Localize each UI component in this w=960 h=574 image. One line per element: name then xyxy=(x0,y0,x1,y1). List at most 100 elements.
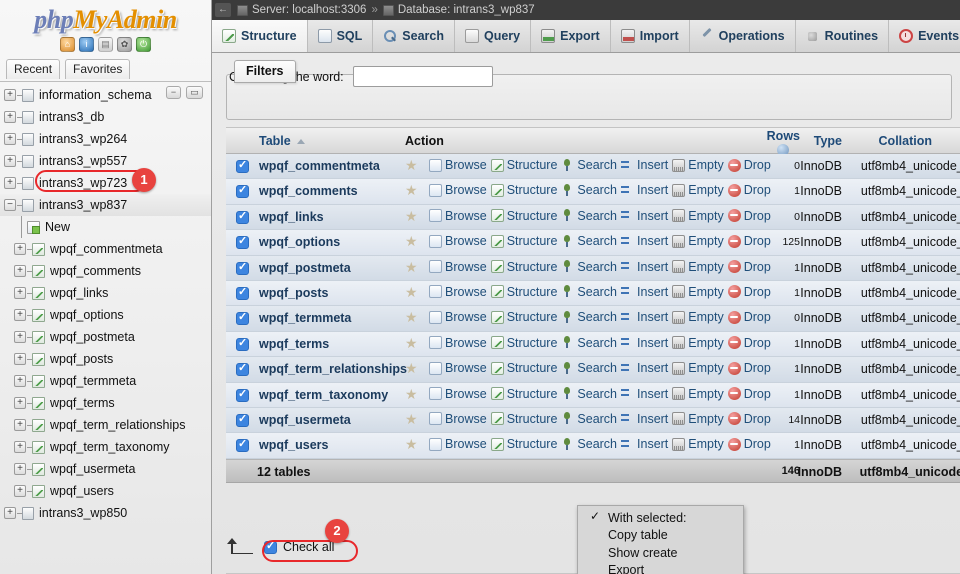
table-row[interactable]: wpqf_options★BrowseStructureSearchInsert… xyxy=(226,230,960,255)
nav-tab-query[interactable]: Query xyxy=(455,20,531,52)
favorite-star-icon[interactable]: ★ xyxy=(405,388,419,401)
expand-icon[interactable]: + xyxy=(14,353,26,365)
favorite-star-icon[interactable]: ★ xyxy=(405,413,419,426)
expand-icon[interactable]: + xyxy=(4,89,16,101)
action-empty[interactable]: Empty xyxy=(672,361,723,375)
tab-recent[interactable]: Recent xyxy=(6,59,60,79)
action-drop[interactable]: Drop xyxy=(728,234,771,248)
row-checkbox[interactable] xyxy=(236,414,249,427)
breadcrumb-database[interactable]: Database: intrans3_wp837 xyxy=(398,4,535,16)
action-search[interactable]: Search xyxy=(561,336,617,350)
tree-node-wpqf_term_taxonomy[interactable]: +wpqf_term_taxonomy xyxy=(0,436,211,458)
action-insert[interactable]: Insert xyxy=(621,158,668,172)
table-row[interactable]: wpqf_links★BrowseStructureSearchInsertEm… xyxy=(226,205,960,230)
action-drop[interactable]: Drop xyxy=(728,310,771,324)
action-insert[interactable]: Insert xyxy=(621,285,668,299)
action-drop[interactable]: Drop xyxy=(728,209,771,223)
action-drop[interactable]: Drop xyxy=(728,336,771,350)
action-empty[interactable]: Empty xyxy=(672,387,723,401)
action-browse[interactable]: Browse xyxy=(429,209,487,223)
action-insert[interactable]: Insert xyxy=(621,437,668,451)
expand-icon[interactable]: + xyxy=(14,397,26,409)
tree-node-intrans3_wp723[interactable]: +intrans3_wp723 xyxy=(0,172,211,194)
action-drop[interactable]: Drop xyxy=(728,387,771,401)
action-structure[interactable]: Structure xyxy=(491,437,558,451)
expand-icon[interactable]: + xyxy=(14,463,26,475)
nav-tab-structure[interactable]: Structure xyxy=(212,20,308,52)
action-drop[interactable]: Drop xyxy=(728,412,771,426)
with-selected-dropdown[interactable]: With selected:Copy tableShow createExpor… xyxy=(577,505,744,574)
action-insert[interactable]: Insert xyxy=(621,412,668,426)
nav-tab-operations[interactable]: Operations xyxy=(690,20,796,52)
action-search[interactable]: Search xyxy=(561,209,617,223)
filters-legend[interactable]: Filters xyxy=(234,60,296,83)
action-structure[interactable]: Structure xyxy=(491,387,558,401)
action-insert[interactable]: Insert xyxy=(621,183,668,197)
expand-icon[interactable]: + xyxy=(4,507,16,519)
tree-node-intrans3_wp264[interactable]: +intrans3_wp264 xyxy=(0,128,211,150)
table-row[interactable]: wpqf_posts★BrowseStructureSearchInsertEm… xyxy=(226,281,960,306)
tree-node-intrans3_wp837[interactable]: −intrans3_wp837 xyxy=(0,194,211,216)
action-search[interactable]: Search xyxy=(561,437,617,451)
column-header-table[interactable]: Table xyxy=(259,134,305,148)
dropdown-item-with-selected[interactable]: With selected: xyxy=(578,509,743,527)
expand-icon[interactable]: + xyxy=(4,133,16,145)
tree-node-wpqf_comments[interactable]: +wpqf_comments xyxy=(0,260,211,282)
tree-node-wpqf_users[interactable]: +wpqf_users xyxy=(0,480,211,502)
check-all-control[interactable]: Check all xyxy=(264,540,334,554)
favorite-star-icon[interactable]: ★ xyxy=(405,438,419,451)
tree-node-wpqf_terms[interactable]: +wpqf_terms xyxy=(0,392,211,414)
table-name-link[interactable]: wpqf_users xyxy=(259,438,328,452)
tree-node-wpqf_commentmeta[interactable]: +wpqf_commentmeta xyxy=(0,238,211,260)
row-checkbox[interactable] xyxy=(236,363,249,376)
action-drop[interactable]: Drop xyxy=(728,285,771,299)
action-browse[interactable]: Browse xyxy=(429,361,487,375)
column-header-type[interactable]: Type xyxy=(814,134,842,148)
expand-icon[interactable]: + xyxy=(14,441,26,453)
tree-node-wpqf_links[interactable]: +wpqf_links xyxy=(0,282,211,304)
action-structure[interactable]: Structure xyxy=(491,234,558,248)
action-drop[interactable]: Drop xyxy=(728,183,771,197)
sort-asc-icon[interactable] xyxy=(297,139,305,144)
collapse-icon[interactable]: − xyxy=(4,199,16,211)
action-empty[interactable]: Empty xyxy=(672,285,723,299)
tree-node-information_schema[interactable]: +information_schema xyxy=(0,84,211,106)
breadcrumb-server[interactable]: Server: localhost:3306 xyxy=(252,4,366,16)
action-structure[interactable]: Structure xyxy=(491,336,558,350)
action-insert[interactable]: Insert xyxy=(621,209,668,223)
tree-node-intrans3_wp850[interactable]: +intrans3_wp850 xyxy=(0,502,211,524)
row-checkbox[interactable] xyxy=(236,185,249,198)
favorite-star-icon[interactable]: ★ xyxy=(405,184,419,197)
column-header-collation[interactable]: Collation xyxy=(879,134,932,148)
action-search[interactable]: Search xyxy=(561,158,617,172)
dropdown-item-export[interactable]: Export xyxy=(578,562,743,574)
expand-icon[interactable]: + xyxy=(14,265,26,277)
row-checkbox[interactable] xyxy=(236,439,249,452)
containing-word-input[interactable] xyxy=(353,66,493,87)
action-browse[interactable]: Browse xyxy=(429,260,487,274)
tree-node-intrans3_wp557[interactable]: +intrans3_wp557 xyxy=(0,150,211,172)
action-insert[interactable]: Insert xyxy=(621,387,668,401)
action-browse[interactable]: Browse xyxy=(429,285,487,299)
table-row[interactable]: wpqf_termmeta★BrowseStructureSearchInser… xyxy=(226,306,960,331)
table-name-link[interactable]: wpqf_commentmeta xyxy=(259,159,380,173)
row-checkbox[interactable] xyxy=(236,338,249,351)
tree-node-wpqf_postmeta[interactable]: +wpqf_postmeta xyxy=(0,326,211,348)
nav-tab-events[interactable]: Events xyxy=(889,20,960,52)
row-checkbox[interactable] xyxy=(236,287,249,300)
tree-node-wpqf_term_relationships[interactable]: +wpqf_term_relationships xyxy=(0,414,211,436)
table-name-link[interactable]: wpqf_links xyxy=(259,210,324,224)
action-browse[interactable]: Browse xyxy=(429,310,487,324)
table-name-link[interactable]: wpqf_term_relationships xyxy=(259,362,407,376)
action-structure[interactable]: Structure xyxy=(491,412,558,426)
logout-icon[interactable]: ⏻ xyxy=(136,37,151,52)
expand-icon[interactable]: + xyxy=(14,309,26,321)
action-insert[interactable]: Insert xyxy=(621,336,668,350)
action-structure[interactable]: Structure xyxy=(491,285,558,299)
row-checkbox[interactable] xyxy=(236,236,249,249)
action-search[interactable]: Search xyxy=(561,234,617,248)
row-checkbox[interactable] xyxy=(236,211,249,224)
action-drop[interactable]: Drop xyxy=(728,437,771,451)
action-drop[interactable]: Drop xyxy=(728,361,771,375)
tree-node-wpqf_termmeta[interactable]: +wpqf_termmeta xyxy=(0,370,211,392)
